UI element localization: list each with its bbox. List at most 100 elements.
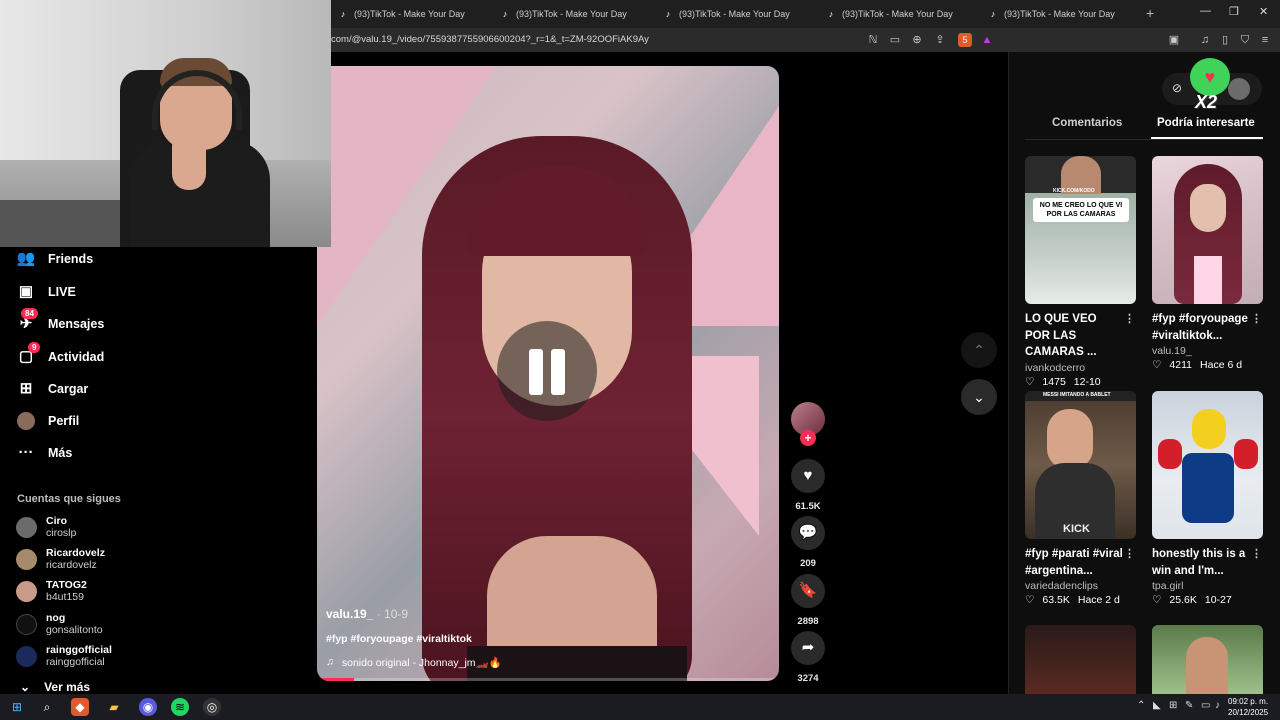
share-icon[interactable]: ⇪	[933, 33, 947, 47]
chevron-up-icon[interactable]: ⌃	[1137, 700, 1145, 711]
music-icon[interactable]: ♫	[1198, 33, 1212, 47]
sidebar-item-friends[interactable]: 👥 Friends	[16, 249, 94, 269]
card-title[interactable]: #fyp #foryoupage #viraltiktok...	[1152, 313, 1248, 342]
more-options-icon[interactable]: ⋮	[1251, 546, 1262, 563]
system-clock[interactable]: 09:02 p. m. 20/12/2025	[1228, 696, 1268, 718]
following-account[interactable]: TATOG2 b4ut159	[16, 579, 87, 603]
video-sound[interactable]: ♫ sonido original - Jhonnay_jm🏎️🔥	[326, 656, 502, 669]
network-icon[interactable]: ▭	[1201, 700, 1210, 711]
sidebar-item-cargar[interactable]: ⊞ Cargar	[16, 379, 89, 399]
card-author[interactable]: tpa.girl	[1152, 580, 1264, 592]
cast-icon[interactable]: ▭	[888, 33, 902, 47]
video-thumbnail[interactable]	[1025, 625, 1136, 694]
volume-icon[interactable]: ♪	[1215, 700, 1220, 711]
tray-app-icon[interactable]: ✎	[1185, 700, 1193, 711]
more-options-icon[interactable]: ⋮	[1124, 546, 1135, 563]
new-tab-button[interactable]: +	[1146, 5, 1154, 21]
like-button[interactable]: ♥ 61.5K	[791, 459, 825, 512]
following-account[interactable]: Ciro ciroslp	[16, 515, 76, 539]
card-author[interactable]: valu.19_	[1152, 345, 1264, 357]
thumb-mascot-jersey	[1182, 453, 1234, 523]
translate-icon[interactable]: ℕ	[866, 33, 880, 47]
video-author[interactable]: valu.19_ · 10-9	[326, 607, 408, 621]
video-thumbnail[interactable]	[1152, 625, 1263, 694]
save-button[interactable]: 🔖 2898	[791, 574, 825, 627]
video-card[interactable]: #fyp #foryoupage #viraltiktok... ⋮ valu.1…	[1152, 156, 1264, 371]
obs-icon[interactable]: ◎	[203, 698, 221, 716]
thumb-person-face	[1186, 637, 1228, 694]
search-icon[interactable]: ⌕	[38, 698, 56, 716]
tray-app-icon[interactable]: ◣	[1153, 700, 1161, 711]
video-thumbnail[interactable]: MESSI IMITANDO A BABLET KICK	[1025, 391, 1136, 539]
brave-shield-icon[interactable]: 5	[958, 33, 972, 47]
video-hashtags[interactable]: #fyp #foryoupage #viraltiktok	[326, 633, 472, 645]
video-card[interactable]: KICK.COM/KODO NO ME CREO LO QUE VI POR L…	[1025, 156, 1137, 388]
chevron-down-icon: ⌄	[973, 389, 985, 405]
pause-icon[interactable]	[497, 321, 597, 421]
video-thumbnail[interactable]	[1152, 156, 1263, 304]
comment-button[interactable]: 💬 209	[791, 516, 825, 569]
card-title[interactable]: honestly this is a win and I'm...	[1152, 548, 1245, 577]
url-text[interactable]: com/@valu.19_/video/7559387755906600204?…	[331, 34, 649, 45]
restore-icon[interactable]: ❐	[1229, 5, 1239, 18]
sidebar-item-mensajes[interactable]: ✈ 84 Mensajes	[16, 308, 104, 334]
video-card[interactable]: honestly this is a win and I'm... ⋮ tpa.g…	[1152, 391, 1264, 606]
taskbar: ⊞ ⌕ ◆ ▰ ◉ ≋ ◎ ⌃ ◣ ⊞ ✎ ▭ ♪ 09:02 p. m. 20…	[0, 694, 1280, 720]
brave-rewards-icon[interactable]: ▲	[980, 33, 994, 47]
see-more-link[interactable]: ⌄ Ver más	[20, 680, 90, 694]
sidebar-icon[interactable]: ▣	[1167, 33, 1181, 47]
thumb-person-shirt	[1194, 256, 1222, 304]
card-title[interactable]: #fyp #parati #viral #argentina...	[1025, 548, 1123, 577]
discord-icon[interactable]: ◉	[139, 698, 157, 716]
thumb-watermark: KICK	[1063, 523, 1090, 535]
video-thumbnail[interactable]: KICK.COM/KODO NO ME CREO LO QUE VI POR L…	[1025, 156, 1136, 304]
sidebar-item-actividad[interactable]: ▢ 9 Actividad	[16, 342, 104, 367]
previous-video-button[interactable]: ⌃	[961, 332, 997, 368]
tiktok-coin-icon[interactable]: ⊘	[1172, 81, 1182, 95]
wallet-icon[interactable]: ▯	[1218, 33, 1232, 47]
following-account[interactable]: nog gonsalitonto	[16, 612, 103, 636]
next-video-button[interactable]: ⌄	[961, 379, 997, 415]
browser-tab[interactable]: ♪ (93)TikTok - Make Your Day	[826, 3, 953, 25]
minimize-icon[interactable]: —	[1200, 5, 1211, 17]
sidebar-item-live[interactable]: ▣ LIVE	[16, 282, 76, 302]
file-explorer-icon[interactable]: ▰	[105, 698, 123, 716]
more-options-icon[interactable]: ⋮	[1251, 311, 1262, 328]
tab-podria-interesarte[interactable]: Podría interesarte	[1157, 117, 1255, 129]
tray-app-icon[interactable]: ⊞	[1169, 700, 1177, 711]
thumb-person-face	[1047, 409, 1093, 469]
follow-plus-icon[interactable]: +	[800, 430, 816, 446]
more-options-icon[interactable]: ⋮	[1124, 311, 1135, 328]
browser-tab[interactable]: ♪ (93)TikTok - Make Your Day	[500, 3, 627, 25]
card-author[interactable]: ivankodcerro	[1025, 362, 1137, 374]
sidebar-item-perfil[interactable]: Perfil	[16, 411, 79, 431]
sidebar-item-mas[interactable]: ··· Más	[16, 443, 73, 463]
card-title[interactable]: LO QUE VEO POR LAS CAMARAS ...	[1025, 313, 1097, 358]
heart-outline-icon: ♡	[1025, 594, 1035, 606]
following-account[interactable]: rainggofficial rainggofficial	[16, 644, 112, 668]
menu-icon[interactable]: ≡	[1258, 33, 1272, 47]
card-author[interactable]: variedadenclips	[1025, 580, 1137, 592]
close-icon[interactable]: ✕	[1259, 5, 1268, 18]
video-player[interactable]: valu.19_ · 10-9 #fyp #foryoupage #viralt…	[317, 66, 779, 681]
zoom-icon[interactable]: ⊕	[910, 33, 924, 47]
tab-comentarios[interactable]: Comentarios	[1052, 117, 1122, 129]
vpn-icon[interactable]: ⛉	[1238, 33, 1252, 47]
share-button[interactable]: ➦ 3274	[791, 631, 825, 684]
following-account[interactable]: Ricardovelz ricardovelz	[16, 547, 105, 571]
browser-tab[interactable]: ♪ (93)TikTok - Make Your Day	[663, 3, 790, 25]
spotify-icon[interactable]: ≋	[171, 698, 189, 716]
browser-tab[interactable]: ♪ (93)TikTok - Make Your Day	[338, 3, 465, 25]
active-tab-indicator	[1151, 137, 1263, 139]
heart-outline-icon: ♡	[1152, 359, 1162, 371]
video-thumbnail[interactable]	[1152, 391, 1263, 539]
video-progress[interactable]	[317, 678, 779, 681]
webcam-overlay	[0, 0, 331, 247]
card-date: 12-10	[1073, 375, 1101, 388]
card-likes: 63.5K	[1042, 594, 1070, 606]
brave-browser-icon[interactable]: ◆	[71, 698, 89, 716]
browser-tab[interactable]: ♪ (93)TikTok - Make Your Day	[988, 3, 1115, 25]
user-avatar[interactable]	[1228, 78, 1250, 100]
video-card[interactable]: MESSI IMITANDO A BABLET KICK #fyp #parat…	[1025, 391, 1137, 606]
windows-start-icon[interactable]: ⊞	[8, 698, 26, 716]
